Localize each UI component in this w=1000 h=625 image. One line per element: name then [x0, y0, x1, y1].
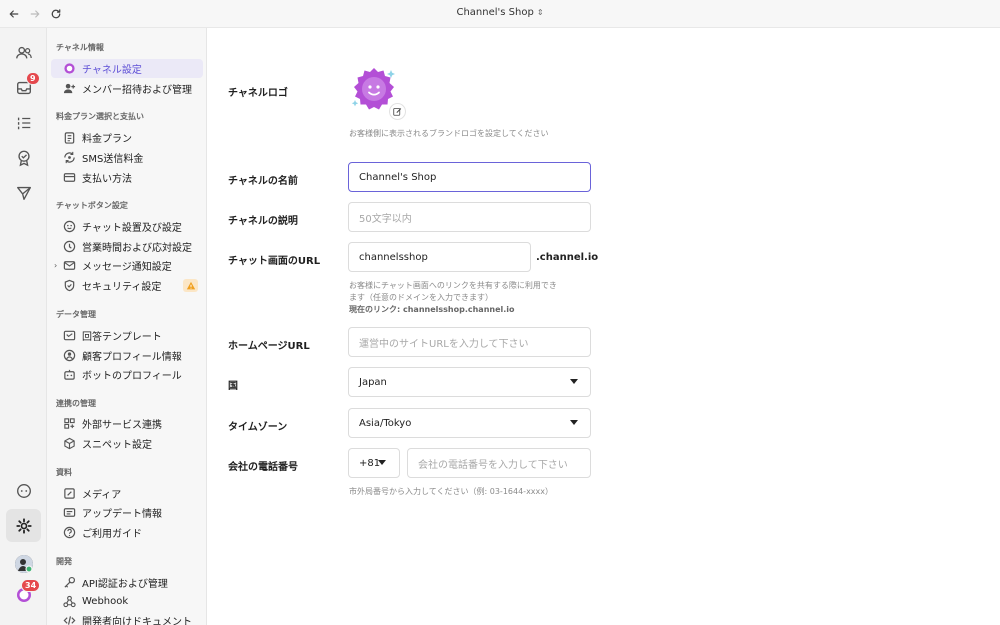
user-avatar[interactable] — [15, 555, 33, 573]
clipboard-icon — [63, 131, 76, 144]
homepage-label: ホームページURL — [228, 341, 310, 352]
window-title[interactable]: Channel's Shop ⇕ — [0, 7, 1000, 18]
sidebar-item-sms-fee[interactable]: SMS送信料金 — [51, 148, 203, 167]
sms-refresh-icon — [63, 151, 76, 164]
sidebar-item-message-notification[interactable]: › メッセージ通知設定 — [51, 256, 203, 275]
description-label: チャネルの説明 — [228, 216, 298, 227]
sidebar-item-channel-settings[interactable]: チャネル設定 — [51, 59, 203, 78]
country-select[interactable]: Japan — [348, 367, 591, 397]
chevron-right-icon[interactable]: › — [54, 261, 57, 270]
webhook-icon — [63, 595, 76, 608]
sidebar-item-member-invite[interactable]: メンバー招待および管理 — [51, 79, 203, 98]
caret-down-icon — [570, 420, 578, 425]
gear-icon — [15, 517, 32, 534]
rail-settings-button[interactable] — [6, 509, 41, 542]
sidebar-item-security[interactable]: セキュリティ設定 — [51, 276, 203, 295]
rail-badge-button[interactable] — [6, 141, 41, 174]
key-icon — [63, 576, 76, 589]
user-plus-icon — [63, 82, 76, 95]
name-label: チャネルの名前 — [228, 176, 298, 187]
logo-label: チャネルロゴ — [228, 88, 288, 99]
country-label: 国 — [228, 381, 238, 392]
logo-help: お客様側に表示されるブランドロゴを設定してください — [349, 129, 549, 138]
credit-card-icon — [63, 171, 76, 184]
bot-icon — [63, 368, 76, 381]
phone-label: 会社の電話番号 — [228, 462, 298, 473]
shield-icon — [63, 279, 76, 292]
user-circle-icon — [63, 349, 76, 362]
clock-icon — [63, 240, 76, 253]
section-title-resources: 資料 — [56, 468, 72, 477]
help-circle-icon — [63, 526, 76, 539]
homepage-url-input[interactable]: 運営中のサイトURLを入力して下さい — [348, 327, 591, 357]
sidebar-item-payment-method[interactable]: 支払い方法 — [51, 168, 203, 187]
channel-description-input[interactable]: 50文字以内 — [348, 202, 591, 232]
section-title-channel-info: チャネル情報 — [56, 43, 104, 52]
caret-down-icon — [378, 460, 386, 465]
list-icon — [17, 117, 30, 129]
media-edit-icon — [63, 487, 76, 500]
section-title-data: データ管理 — [56, 310, 96, 319]
sidebar-item-bot-profile[interactable]: ボットのプロフィール — [51, 365, 203, 384]
settings-sidebar: チャネル情報 チャネル設定 メンバー招待および管理 料金プラン選択と支払い 料金… — [47, 28, 207, 625]
timezone-select[interactable]: Asia/Tokyo — [348, 408, 591, 438]
sidebar-item-updates[interactable]: アップデート情報 — [51, 503, 203, 522]
chat-url-suffix: .channel.io — [536, 252, 599, 263]
section-title-billing: 料金プラン選択と支払い — [56, 112, 144, 121]
apps-grid-icon — [63, 417, 76, 430]
sidebar-item-answer-templates[interactable]: 回答テンプレート — [51, 326, 203, 345]
chat-bubble-icon — [16, 483, 31, 498]
section-title-integrations: 連携の管理 — [56, 399, 96, 408]
code-icon — [63, 614, 76, 625]
sidebar-item-external-services[interactable]: 外部サービス連携 — [51, 414, 203, 433]
template-icon — [63, 329, 76, 342]
mail-icon — [63, 259, 76, 272]
phone-number-input[interactable]: 会社の電話番号を入力して下さい — [407, 448, 591, 478]
rail-chat-button[interactable] — [6, 474, 41, 507]
sidebar-item-business-hours[interactable]: 営業時間および応対設定 — [51, 237, 203, 256]
edit-icon — [393, 108, 402, 116]
logo-edit-button[interactable] — [389, 103, 406, 120]
current-link: 現在のリンク: channelsshop.channel.io — [349, 305, 515, 314]
chat-url-label: チャット画面のURL — [228, 256, 321, 267]
section-title-development: 開発 — [56, 557, 72, 566]
avatar-person-icon — [15, 555, 33, 573]
rail-list-button[interactable] — [6, 106, 41, 139]
title-chevron-icon: ⇕ — [536, 8, 544, 17]
sidebar-item-media[interactable]: メディア — [51, 484, 203, 503]
timezone-label: タイムゾーン — [228, 422, 288, 433]
notification-badge: 34 — [21, 579, 41, 592]
sidebar-item-customer-profile[interactable]: 顧客プロフィール情報 — [51, 346, 203, 365]
channel-settings-icon — [63, 62, 76, 75]
sidebar-item-user-guide[interactable]: ご利用ガイド — [51, 523, 203, 542]
sidebar-item-pricing-plan[interactable]: 料金プラン — [51, 128, 203, 147]
news-icon — [63, 506, 76, 519]
caret-down-icon — [570, 379, 578, 384]
channel-name-input[interactable]: Channel's Shop — [348, 162, 591, 192]
chat-url-input[interactable]: channelsshop — [348, 242, 531, 272]
cube-icon — [63, 437, 76, 450]
phone-help: 市外局番号から入力してください（例: 03-1644-xxxx） — [349, 487, 554, 496]
section-title-chat-button: チャットボタン設定 — [56, 201, 128, 210]
chat-smile-icon — [63, 220, 76, 233]
award-check-icon — [17, 150, 30, 166]
rail-users-button[interactable] — [6, 36, 41, 69]
rail-send-button[interactable] — [6, 176, 41, 209]
country-code-select[interactable]: +81 — [348, 448, 400, 478]
sidebar-item-api-auth[interactable]: API認証および管理 — [51, 573, 203, 592]
sidebar-item-developer-docs[interactable]: 開発者向けドキュメント — [51, 611, 203, 625]
channel-settings-form: チャネルロゴ お客様側に表示されるブランドロゴを設定してください チャネルの名前… — [207, 28, 1000, 625]
sidebar-item-webhook[interactable]: Webhook — [51, 592, 203, 611]
chat-url-help: お客様にチャット画面へのリンクを共有する際に利用でき ます（任意のドメインを入力… — [349, 281, 557, 314]
inbox-badge: 9 — [26, 72, 40, 85]
sidebar-item-chat-install[interactable]: チャット設置及び設定 — [51, 217, 203, 236]
users-icon — [15, 46, 32, 58]
title-bar: Channel's Shop ⇕ — [0, 0, 1000, 28]
sidebar-item-snippet[interactable]: スニペット設定 — [51, 434, 203, 453]
icon-rail: 9 34 — [0, 28, 47, 625]
send-icon — [16, 186, 31, 200]
warning-icon — [183, 279, 198, 292]
